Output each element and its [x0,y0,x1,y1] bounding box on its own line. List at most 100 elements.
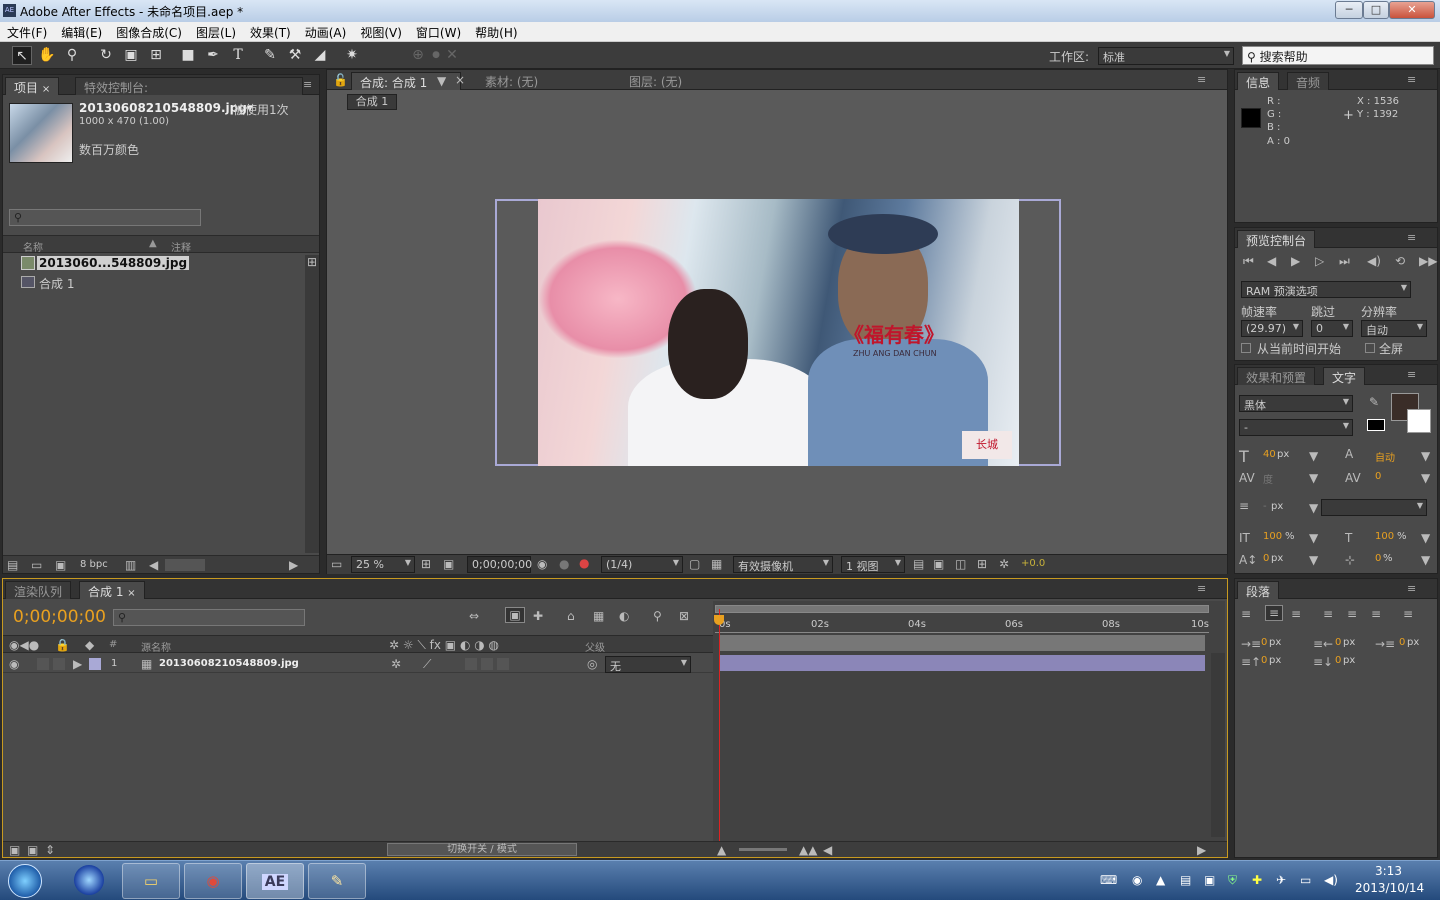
tab-audio[interactable]: 音频 [1287,72,1330,90]
lock-icon[interactable]: 🔓 [333,73,348,87]
menu-effect[interactable]: 效果(T) [243,22,298,43]
menu-animation[interactable]: 动画(A) [298,22,354,43]
pen-tool-icon[interactable]: ✒ [203,46,223,65]
new-folder-icon[interactable]: ▭ [31,558,42,572]
new-comp-icon[interactable]: ▣ [55,558,66,572]
tab-preview[interactable]: 预览控制台 [1237,230,1316,248]
draft-3d-icon[interactable]: ▣ [505,607,525,623]
clock-time[interactable]: 3:13 [1375,864,1402,878]
rectangle-tool-icon[interactable]: ■ [178,46,198,65]
resolution-select[interactable]: 自动 [1361,320,1427,337]
sort-icon[interactable]: ▲ [149,238,157,249]
quality-switch-icon[interactable]: ⟋ [423,657,431,672]
rotate-tool-icon[interactable]: ↻ [96,46,116,65]
region-of-interest-icon[interactable]: ▢ [689,557,700,571]
close-icon[interactable]: × [127,588,135,599]
first-frame-icon[interactable]: ⏮ [1243,254,1254,269]
menu-edit[interactable]: 编辑(E) [54,22,109,43]
keyboard-icon[interactable]: ⌨ [1100,873,1117,887]
panel-menu-icon[interactable]: ≡ [303,78,317,91]
space-before-value[interactable]: 0 [1261,655,1267,666]
panel-menu-icon[interactable]: ≡ [1407,73,1421,86]
vertical-scale-value[interactable]: 100 [1263,531,1282,542]
switch-box[interactable] [497,658,509,670]
comp-mini-flowchart-icon[interactable]: ⇔ [469,609,479,623]
clone-stamp-tool-icon[interactable]: ⚒ [285,46,305,65]
panel-menu-icon[interactable]: ≡ [1197,73,1211,86]
align-right-icon[interactable]: ≡ [1291,607,1301,621]
tray-icon[interactable]: ◉ [1132,873,1142,887]
av-features-icon[interactable]: ◉◀● [9,638,39,652]
font-size-value[interactable]: 40 [1263,449,1276,460]
zoom-in-icon[interactable]: ▲▲ [799,843,817,857]
chevron-down-icon[interactable]: ▼ [1421,531,1430,545]
chevron-down-icon[interactable]: ▼ [1309,471,1318,485]
exposure-value[interactable]: +0.0 [1021,558,1045,569]
zoom-select[interactable]: 25 % [351,556,415,573]
project-search-input[interactable]: ⚲ [9,209,201,226]
chevron-down-icon[interactable]: ▼ [1309,449,1318,463]
tray-icon[interactable]: ✚ [1252,873,1262,887]
panel-menu-icon[interactable]: ≡ [1407,582,1421,595]
shy-switch-icon[interactable]: ✲ [391,657,401,671]
color-channels-icon[interactable]: ● [579,556,589,570]
paint-taskbar-button[interactable]: ✎ [308,863,366,899]
motion-blur-icon[interactable]: ▦ [593,609,604,623]
parent-select[interactable]: 无 [605,656,691,673]
tab-footage[interactable]: 素材: (无) [477,72,595,90]
col-parent-header[interactable]: 父级 [585,639,605,654]
menu-window[interactable]: 窗口(W) [409,22,468,43]
brainstorm-icon[interactable]: ◐ [619,609,629,623]
tab-timeline-comp[interactable]: 合成 1 × [79,581,145,599]
justify-right-icon[interactable]: ≡ [1371,607,1381,621]
ie-icon[interactable] [74,865,104,895]
ram-preview-icon[interactable]: ▶▶ [1419,254,1437,268]
ram-preview-options-select[interactable]: RAM 预演选项 [1241,281,1411,298]
label-color-swatch[interactable] [89,658,101,670]
expand-arrow-icon[interactable]: ▶ [73,657,82,671]
justify-all-icon[interactable]: ≡ [1403,607,1413,621]
type-tool-icon[interactable]: T [228,46,248,65]
menu-help[interactable]: 帮助(H) [468,22,524,43]
tray-icon[interactable]: ▣ [1204,873,1215,887]
kerning-value[interactable]: 度 [1263,471,1273,486]
tsume-value[interactable]: 0 [1375,553,1381,564]
first-line-indent-value[interactable]: 0 [1399,637,1405,648]
toggle-pixel-aspect-icon[interactable]: ▤ [913,557,924,571]
chevron-down-icon[interactable]: ▼ [1309,553,1318,567]
indent-right-value[interactable]: 0 [1335,637,1341,648]
list-item[interactable]: 合成 1 [3,274,303,292]
search-help-field[interactable]: ⚲ 搜索帮助 [1242,46,1434,65]
align-left-icon[interactable]: ≡ [1241,607,1251,621]
comp-canvas-image[interactable]: 《福有春》 ZHU ANG DAN CHUN 长城 [538,199,1019,466]
skip-select[interactable]: 0 [1311,320,1353,337]
lock-toggle[interactable] [53,658,65,670]
fps-select[interactable]: (29.97) [1241,320,1303,337]
comp-breadcrumb[interactable]: 合成 1 [347,94,397,110]
last-frame-icon[interactable]: ⏭ [1339,254,1350,269]
brush-tool-icon[interactable]: ✎ [260,46,280,65]
from-current-checkbox[interactable] [1241,343,1251,353]
chrome-taskbar-button[interactable]: ◉ [184,863,242,899]
comp-duration-bar[interactable] [719,635,1205,651]
shy-layers-icon[interactable]: ✚ [533,609,543,623]
resolution-select[interactable]: (1/4) [601,556,683,573]
start-button[interactable] [8,864,42,898]
chevron-down-icon[interactable]: ▼ [1421,471,1430,485]
minimize-button[interactable]: ─ [1335,1,1363,19]
exposure-reset-icon[interactable]: ✲ [999,557,1009,571]
timeline-toggle-icon[interactable]: ◫ [955,557,966,571]
interpret-footage-icon[interactable]: ▤ [7,558,18,572]
work-area-bar[interactable] [715,605,1209,613]
always-preview-icon[interactable]: ▭ [331,557,342,571]
audio-icon[interactable]: ◀) [1367,254,1381,268]
selection-tool-icon[interactable]: ↖ [12,46,32,65]
scroll-left-icon[interactable]: ◀ [823,843,832,857]
align-center-icon[interactable]: ≡ [1265,605,1283,621]
close-icon[interactable]: × [455,73,465,87]
tab-render-queue[interactable]: 渲染队列 [5,581,72,599]
pan-behind-tool-icon[interactable]: ⊞ [146,46,166,65]
frame-blending-icon[interactable]: ⌂ [567,609,575,623]
clock-date[interactable]: 2013/10/14 [1355,881,1424,895]
col-number-header[interactable]: # [109,639,117,650]
